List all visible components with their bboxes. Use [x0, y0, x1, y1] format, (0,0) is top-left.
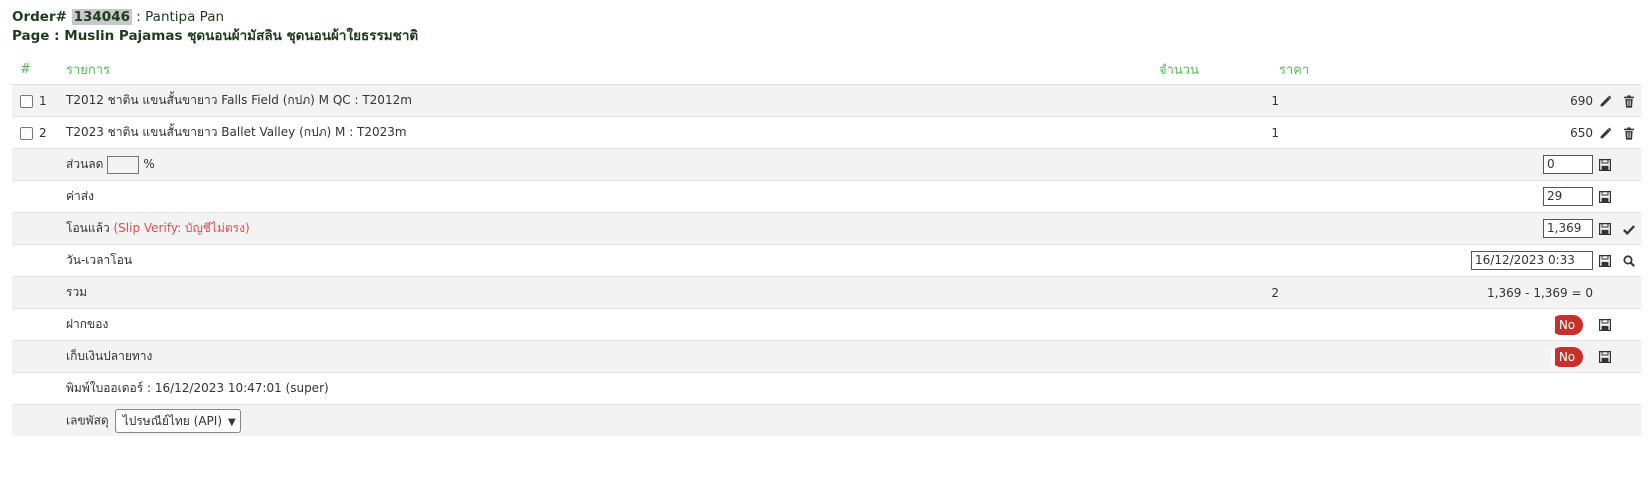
- item-name: T2012 ชาติน แขนสั้นขายาว Falls Field (กป…: [66, 84, 1159, 117]
- item-name: T2023 ชาติน แขนสั้นขายาว Ballet Valley (…: [66, 116, 1159, 149]
- save-icon[interactable]: [1593, 340, 1617, 373]
- customer-name: : Pantipa Pan: [132, 9, 225, 25]
- deposit-toggle[interactable]: No: [1551, 314, 1583, 335]
- row-checkbox[interactable]: [20, 94, 33, 108]
- printed-row: พิมพ์ใบออเดอร์ : 16/12/2023 10:47:01 (su…: [12, 372, 1641, 405]
- shipping-row: ค่าส่ง 29: [12, 180, 1641, 213]
- cod-toggle[interactable]: No: [1551, 346, 1583, 367]
- total-qty: 2: [1159, 276, 1279, 309]
- discount-label: ส่วนลด: [66, 157, 104, 171]
- trash-icon[interactable]: [1617, 116, 1641, 149]
- carrier-selected: ไปรษณีย์ไทย (API): [122, 413, 222, 428]
- row-checkbox[interactable]: [20, 126, 33, 140]
- cod-label: เก็บเงินปลายทาง: [66, 340, 1159, 373]
- edit-icon[interactable]: [1593, 116, 1617, 149]
- table-header-row: # รายการ จำนวน ราคา: [12, 54, 1641, 85]
- paid-label: โอนแล้ว: [66, 221, 110, 235]
- transfer-time-label: วัน-เวลาโอน: [66, 244, 1159, 277]
- paid-row: โอนแล้ว (Slip Verify: บัญชีไม่ตรง) 1,369: [12, 212, 1641, 245]
- order-title: Order# 134046 : Pantipa Pan: [12, 8, 418, 27]
- item-price: 690: [1279, 84, 1593, 117]
- discount-row: ส่วนลด% 0: [12, 148, 1641, 181]
- save-icon[interactable]: [1593, 308, 1617, 341]
- col-action1: [1593, 54, 1617, 85]
- tracking-row: เลขพัสดุ ไปรษณีย์ไทย (API) ▼: [12, 404, 1641, 436]
- row-number: 1: [39, 93, 47, 108]
- item-price: 650: [1279, 116, 1593, 149]
- carrier-select[interactable]: ไปรษณีย์ไทย (API) ▼: [114, 408, 241, 433]
- discount-percent-input[interactable]: [107, 155, 140, 174]
- percent-sign: %: [143, 157, 155, 171]
- slip-verify-note: (Slip Verify: บัญชีไม่ตรง): [109, 221, 250, 235]
- page-name: Page : Muslin Pajamas ชุดนอนผ้ามัสลิน ชุ…: [12, 28, 419, 44]
- check-icon[interactable]: [1617, 212, 1641, 245]
- paid-input[interactable]: 1,369: [1543, 219, 1593, 238]
- table-row: 2 T2023 ชาติน แขนสั้นขายาว Ballet Valley…: [12, 116, 1641, 149]
- tracking-label: เลขพัสดุ: [66, 413, 109, 427]
- total-row: รวม 2 1,369 - 1,369 = 0: [12, 276, 1641, 309]
- col-num: #: [12, 54, 66, 85]
- order-id: 134046: [71, 9, 132, 25]
- shipping-input[interactable]: 29: [1543, 187, 1593, 206]
- col-action2: [1617, 54, 1641, 85]
- table-row: 1 T2012 ชาติน แขนสั้นขายาว Falls Field (…: [12, 84, 1641, 117]
- cod-row: เก็บเงินปลายทาง No: [12, 340, 1641, 373]
- transfer-time-input[interactable]: 16/12/2023 0:33: [1471, 251, 1593, 270]
- deposit-label: ฝากของ: [66, 308, 1159, 341]
- order-prefix: Order#: [12, 9, 72, 25]
- total-label: รวม: [66, 276, 1159, 309]
- save-icon[interactable]: [1593, 212, 1617, 245]
- save-icon[interactable]: [1593, 244, 1617, 277]
- trash-icon[interactable]: [1617, 84, 1641, 117]
- save-icon[interactable]: [1593, 148, 1617, 181]
- discount-input[interactable]: 0: [1543, 155, 1593, 174]
- transfer-time-row: วัน-เวลาโอน 16/12/2023 0:33: [12, 244, 1641, 277]
- search-icon[interactable]: [1617, 244, 1641, 277]
- total-value: 1,369 - 1,369 = 0: [1279, 276, 1593, 309]
- deposit-row: ฝากของ No: [12, 308, 1641, 341]
- printed-info: พิมพ์ใบออเดอร์ : 16/12/2023 10:47:01 (su…: [66, 372, 1641, 405]
- col-qty: จำนวน: [1159, 54, 1279, 85]
- chevron-down-icon: ▼: [228, 416, 236, 428]
- item-qty: 1: [1159, 84, 1279, 117]
- row-number: 2: [39, 125, 47, 140]
- order-header: Order# 134046 : Pantipa Pan Page : Musli…: [12, 8, 418, 46]
- col-item: รายการ: [66, 54, 1159, 85]
- save-icon[interactable]: [1593, 180, 1617, 213]
- item-qty: 1: [1159, 116, 1279, 149]
- shipping-label: ค่าส่ง: [66, 180, 1159, 213]
- edit-icon[interactable]: [1593, 84, 1617, 117]
- col-price: ราคา: [1279, 54, 1593, 85]
- order-items-table: # รายการ จำนวน ราคา 1 T2012 ชาติน แขนสั้…: [12, 54, 1641, 436]
